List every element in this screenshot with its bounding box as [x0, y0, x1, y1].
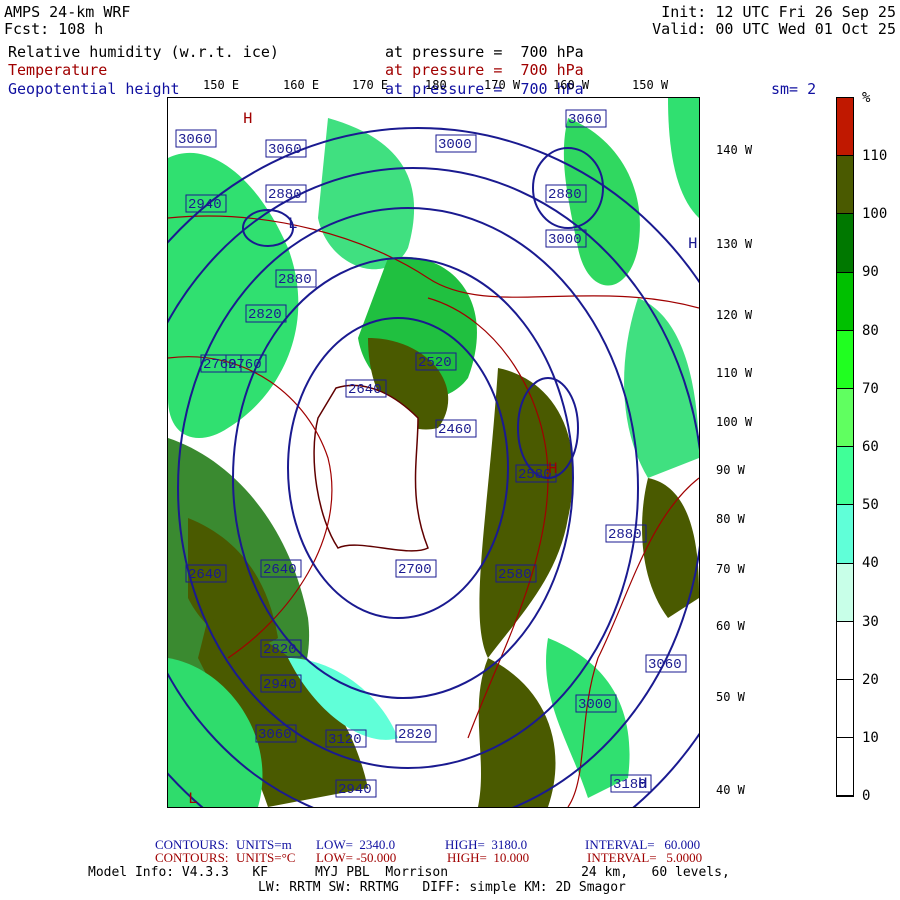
temp-contour-label: CONTOURS:: [155, 850, 229, 865]
humidity-shading: [168, 98, 699, 807]
height-label: 2940: [188, 197, 222, 213]
temp-contour-high: HIGH= 10.000: [447, 850, 530, 865]
height-label: 2580: [498, 567, 532, 583]
field-temp-level: at pressure = 700 hPa: [385, 61, 584, 79]
pressure-center-marker: H: [638, 775, 648, 793]
field-rh-level: at pressure = 700 hPa: [385, 43, 584, 61]
height-label: 2580: [518, 467, 552, 483]
colorbar: [836, 97, 854, 798]
lat-label: 90 W: [716, 463, 745, 477]
height-label: 3060: [648, 657, 682, 673]
height-label: 2940: [263, 677, 297, 693]
colorbar-swatch: [837, 98, 853, 157]
temp-contour-interval: INTERVAL= 5.0000: [587, 850, 703, 865]
lat-label: 100 W: [716, 415, 753, 429]
colorbar-label: 90: [862, 264, 879, 281]
colorbar-label: 100: [862, 206, 888, 223]
lon-label: 170 W: [484, 78, 521, 92]
lat-label: 110 W: [716, 366, 753, 380]
height-label: 3000: [548, 232, 582, 248]
lat-label: 140 W: [716, 143, 753, 157]
colorbar-label: 70: [862, 380, 879, 397]
lon-label: 160 W: [553, 78, 590, 92]
colorbar-label: 0: [862, 788, 871, 805]
lat-label: 70 W: [716, 562, 745, 576]
colorbar-label: 20: [862, 671, 879, 688]
colorbar-swatch: [837, 679, 853, 739]
model-title: AMPS 24-km WRF: [4, 3, 131, 21]
height-label: 3000: [438, 137, 472, 153]
init-time: Init: 12 UTC Fri 26 Sep 25: [661, 3, 896, 21]
physics-info: LW: RRTM SW: RRTMG DIFF: simple KM: 2D S…: [258, 880, 626, 895]
lon-label: 150 E: [203, 78, 240, 92]
colorbar-swatch: [837, 388, 853, 448]
colorbar-label: 110: [862, 148, 888, 164]
pressure-center-marker: L: [288, 215, 298, 233]
height-label: 2760: [203, 357, 237, 373]
model-info: Model Info: V4.3.3 KF MYJ PBL Morrison 2…: [88, 865, 730, 880]
lat-label: 130 W: [716, 237, 753, 251]
colorbar-label: 50: [862, 497, 879, 514]
colorbar-swatch: [837, 505, 853, 564]
lon-label: 150 W: [632, 78, 669, 92]
height-label: 2880: [268, 187, 302, 203]
colorbar-swatch: [837, 156, 853, 215]
colorbar-swatch: [837, 272, 853, 331]
pressure-center-marker: L: [188, 790, 198, 807]
height-label: 2640: [263, 562, 297, 578]
colorbar-swatch: [837, 447, 853, 506]
colorbar-label: 80: [862, 322, 879, 339]
height-label: 2880: [608, 527, 642, 543]
height-label: 2640: [348, 382, 382, 398]
pressure-center-marker: H: [548, 460, 558, 478]
forecast-hour: Fcst: 108 h: [4, 20, 104, 38]
colorbar-swatch: [837, 214, 853, 273]
field-rh-name: Relative humidity (w.r.t. ice): [8, 43, 279, 61]
colorbar-label: 30: [862, 613, 879, 630]
height-label: 3060: [568, 112, 602, 128]
height-label: 2460: [438, 422, 472, 438]
height-label: 3060: [178, 132, 212, 148]
pressure-center-marker: H: [688, 235, 698, 253]
colorbar-label: 10: [862, 730, 879, 746]
colorbar-label: 60: [862, 439, 879, 455]
temp-contour-low: LOW= -50.000: [316, 850, 397, 865]
lat-label: 50 W: [716, 690, 745, 704]
field-height-name: Geopotential height: [8, 80, 180, 98]
height-label: 2880: [548, 187, 582, 203]
lon-label: 180: [425, 78, 447, 92]
height-label: 3060: [268, 142, 302, 158]
height-label: 2820: [398, 727, 432, 743]
height-label: 3000: [578, 697, 612, 713]
height-label: 2880: [278, 272, 312, 288]
lat-label: 60 W: [716, 619, 745, 633]
colorbar-label: 40: [862, 555, 879, 572]
lat-label: 120 W: [716, 308, 753, 322]
height-label: 3060: [258, 727, 292, 743]
height-label: 2640: [188, 567, 222, 583]
lon-label: 170 E: [352, 78, 389, 92]
smoothing-label: sm= 2: [771, 80, 817, 98]
valid-time: Valid: 00 UTC Wed 01 Oct 25: [652, 20, 896, 38]
pressure-center-marker: H: [243, 110, 253, 128]
height-label: 2520: [418, 355, 452, 371]
lon-label: 160 E: [283, 78, 320, 92]
colorbar-swatch: [837, 738, 853, 797]
colorbar-swatch: [837, 621, 853, 680]
colorbar-swatch: [837, 330, 853, 389]
height-label: 2700: [398, 562, 432, 578]
weather-map: 3060 3060 3000 3060 2880 2940 2880 2760 3000 2880…: [67, 97, 769, 889]
height-label: 2820: [263, 642, 297, 658]
colorbar-swatch: [837, 563, 853, 622]
lat-label: 80 W: [716, 512, 745, 526]
map-canvas: 3060 3060 3000 3060 2880 2940 2880 2760 3000 2880…: [67, 98, 769, 889]
height-label: 2940: [338, 782, 372, 798]
lat-label: 40 W: [716, 783, 745, 797]
height-label: 3120: [328, 732, 362, 748]
temp-contour-units: UNITS=°C: [236, 850, 296, 865]
height-label: 2820: [248, 307, 282, 323]
colorbar-unit: %: [862, 90, 871, 106]
field-temp-name: Temperature: [8, 61, 108, 79]
